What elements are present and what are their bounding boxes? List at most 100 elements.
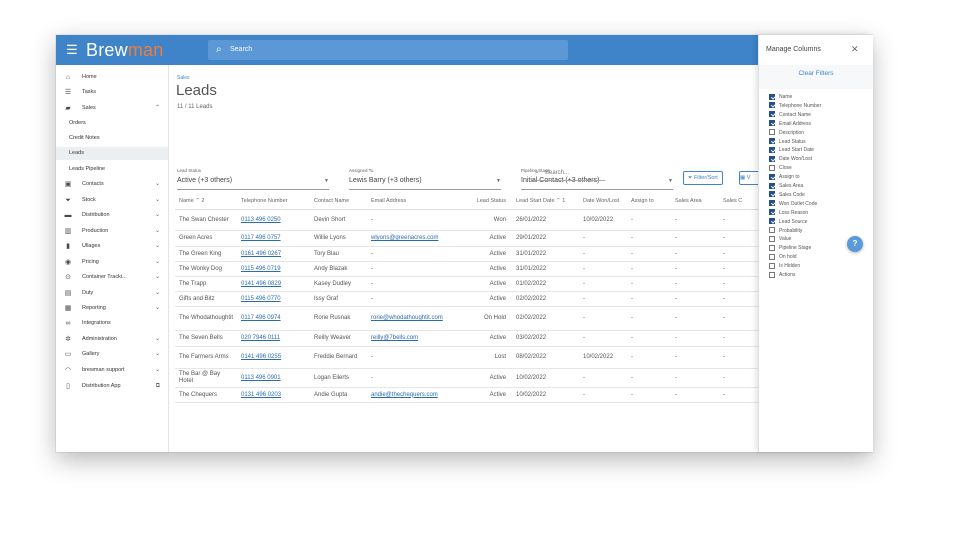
table-row[interactable]: The Green King 0161 496 0267 Tory Blau - Act… [175,246,758,262]
sidebar-item-sales[interactable]: ▰ Sales ⌃ [56,102,168,115]
checkbox[interactable] [769,209,775,216]
chevron-down-icon[interactable]: ⌄ [155,256,160,269]
sidebar-item-brewman-support[interactable]: ◠ brewman support ⌄ [56,364,168,377]
breadcrumb[interactable]: Sales [177,75,190,81]
checkbox[interactable] [769,182,775,189]
sidebar-item-gallery[interactable]: ▭ Gallery ⌄ [56,348,168,361]
cell-telephone[interactable]: 0141 496 0255 [237,346,310,369]
column-header[interactable]: Contact Name [310,192,367,210]
table-search-input[interactable]: ⌕ Search... [533,166,605,181]
sidebar-item-orders[interactable]: Orders [56,117,168,130]
chevron-down-icon[interactable]: ⌄ [155,287,160,300]
checkbox[interactable] [769,262,775,269]
checkbox[interactable] [769,164,775,171]
chevron-down-icon[interactable]: ⌄ [155,364,160,377]
checkbox[interactable] [769,218,775,225]
chevron-up-icon[interactable]: ⌃ [155,102,160,115]
column-header[interactable]: Telephone Number [237,192,310,210]
chevron-down-icon[interactable]: ⌄ [155,302,160,315]
chevron-down-icon[interactable]: ⌄ [155,209,160,222]
column-header[interactable]: Lead Start Date ⌃ 1 [512,192,579,210]
sidebar-item-distribution[interactable]: ▬ Distribution ⌄ [56,209,168,222]
sidebar-item-ullages[interactable]: ▮ Ullages ⌄ [56,240,168,253]
chevron-down-icon[interactable]: ⌄ [155,194,160,207]
brand-logo[interactable]: Brewman [86,40,163,60]
hamburger-menu-icon[interactable]: ☰ [66,43,78,57]
sidebar-item-pricing[interactable]: ◉ Pricing ⌄ [56,256,168,269]
table-row[interactable]: The Bar @ Bay Hotel 0113 496 0901 Logan Ei… [175,368,758,388]
checkbox[interactable] [769,227,775,233]
table-row[interactable]: The Chequers 0131 496 0203 Andie Gupta andi… [175,387,758,403]
sidebar-item-contacts[interactable]: ▣ Contacts ⌄ [56,178,168,191]
external-link-icon[interactable]: ⧉ [156,380,160,393]
column-header[interactable]: Sales Area [671,192,719,210]
chevron-down-icon[interactable]: ⌄ [155,178,160,191]
checkbox[interactable] [769,129,775,136]
cell-telephone[interactable]: 0141 496 0829 [237,276,310,292]
table-row[interactable]: Gifts and Bitz 0115 496 0770 Issy Graf - Act… [175,291,758,307]
column-header[interactable]: Lead Status [467,192,512,210]
checkbox[interactable] [769,173,775,180]
checkbox[interactable] [769,271,775,278]
chevron-down-icon[interactable]: ⌄ [155,271,160,284]
column-header[interactable]: Assign to [627,192,671,210]
sidebar-item-stock[interactable]: ⏷ Stock ⌄ [56,194,168,207]
chevron-down-icon[interactable]: ⌄ [155,348,160,361]
checkbox[interactable] [769,102,775,109]
sidebar-item-home[interactable]: ⌂ Home [56,71,168,84]
cell-telephone[interactable]: 0115 496 0770 [237,291,310,307]
cell-email[interactable]: wlyons@greenacres.com [367,230,467,247]
checkbox[interactable] [769,244,775,251]
column-header[interactable]: Date Won/Lost [579,192,627,210]
checkbox[interactable] [769,146,775,153]
close-icon[interactable]: ✕ [851,44,859,55]
chevron-down-icon[interactable]: ⌄ [155,240,160,253]
table-row[interactable]: The Farmers Arms 0141 496 0255 Freddie Ber… [175,346,758,369]
table-row[interactable]: The Whodathoughtit 0117 496 0974 Rorie Rus… [175,306,758,331]
sidebar-item-integrations[interactable]: ∞ Integrations [56,317,168,330]
sidebar-item-leads-pipeline[interactable]: Leads Pipeline [56,163,168,176]
table-row[interactable]: The Wonky Dog 0115 496 0719 Andy Blazak - Ac… [175,261,758,277]
sidebar-item-distribution-app[interactable]: ▯ Distribution App ⧉ [56,380,168,393]
cell-email[interactable]: andie@thechequers.com [367,387,467,403]
checkbox[interactable] [769,155,775,162]
cell-telephone[interactable]: 0113 496 0250 [237,209,310,231]
global-search[interactable]: ⌕ Search [208,40,568,60]
table-row[interactable]: Green Acres 0117 496 0757 Willie Lyons wlyo… [175,230,758,247]
chevron-down-icon[interactable]: ⌄ [155,225,160,238]
sidebar-item-leads[interactable]: Leads [56,147,168,160]
sidebar-item-tasks[interactable]: ☰ Tasks [56,86,168,99]
filter-sort-button[interactable]: ⏷ Filter/Sort [683,171,723,185]
checkbox[interactable] [769,111,775,118]
table-row[interactable]: The Swan Chester 0113 496 0250 Devin Short… [175,209,758,231]
sidebar-item-container-tracki[interactable]: ⊙ Container Tracki... ⌄ [56,271,168,284]
checkbox[interactable] [769,253,775,260]
checkbox[interactable] [769,93,775,100]
column-header[interactable]: Sales C [719,192,758,210]
sidebar-item-reporting[interactable]: ▦ Reporting ⌄ [56,302,168,315]
cell-telephone[interactable]: 0117 496 0974 [237,306,310,331]
checkbox[interactable] [769,138,775,144]
assigned-to-filter[interactable]: Lewis Barry (+3 others) ▼ [349,176,501,190]
sidebar-item-duty[interactable]: ▤ Duty ⌄ [56,287,168,300]
column-header[interactable]: Email Address [367,192,467,210]
checkbox[interactable] [769,191,775,198]
table-row[interactable]: The Seven Bells 020 7946 0111 Reilly Weave… [175,330,758,347]
column-header[interactable]: Name ⌃ 2 [175,192,237,210]
sidebar-item-credit-notes[interactable]: Credit Notes [56,132,168,145]
checkbox[interactable] [769,200,775,207]
cell-telephone[interactable]: 0161 496 0267 [237,246,310,262]
sidebar-item-administration[interactable]: ✲ Administration ⌄ [56,333,168,346]
cell-telephone[interactable]: 0115 496 0719 [237,261,310,277]
chevron-down-icon[interactable]: ⌄ [155,333,160,346]
checkbox[interactable] [769,235,775,242]
sidebar-item-production[interactable]: ▥ Production ⌄ [56,225,168,238]
lead-status-filter[interactable]: Active (+3 others) ▼ [177,176,329,190]
cell-telephone[interactable]: 0131 496 0203 [237,387,310,403]
help-icon[interactable]: ? [847,236,863,252]
clear-filters-button[interactable]: Clear Filters [759,70,873,77]
cell-telephone[interactable]: 020 7946 0111 [237,330,310,347]
cell-email[interactable]: rorie@whodathoughtit.com [367,306,467,331]
cell-email[interactable]: reilly@7bells.com [367,330,467,347]
checkbox[interactable] [769,120,775,127]
